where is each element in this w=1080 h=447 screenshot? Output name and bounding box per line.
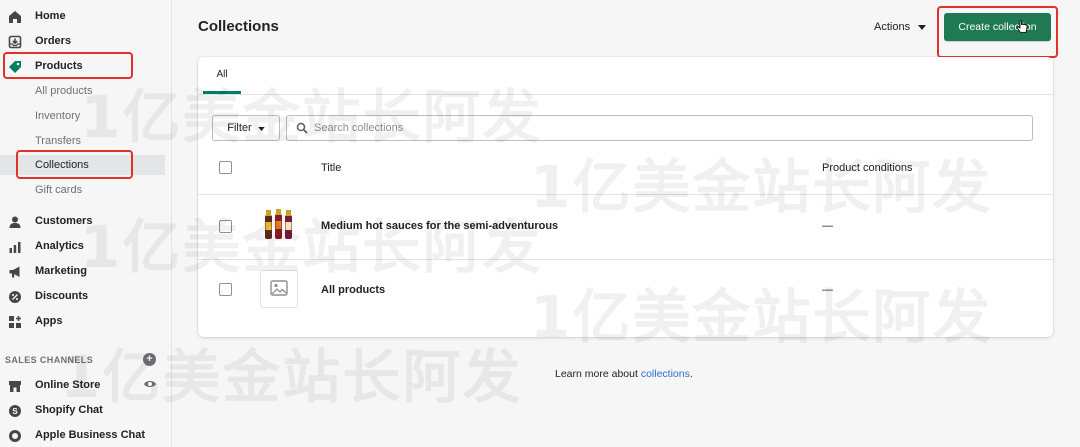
table-row[interactable]: All products — xyxy=(198,260,1053,320)
collection-title[interactable]: All products xyxy=(321,284,385,296)
highlight-collections xyxy=(16,150,133,179)
svg-text:S: S xyxy=(12,407,18,416)
chat-icon: S xyxy=(7,403,22,418)
search-icon xyxy=(296,122,308,134)
search-field[interactable] xyxy=(286,115,1033,141)
sidebar-item-label: Online Store xyxy=(35,379,101,391)
sidebar-sub-all-products[interactable]: All products xyxy=(0,81,165,101)
column-header-conditions[interactable]: Product conditions xyxy=(822,162,913,174)
sidebar-item-label: Discounts xyxy=(35,290,89,302)
sidebar-sub-label: Inventory xyxy=(35,110,81,122)
create-collection-button[interactable]: Create collection xyxy=(944,13,1051,41)
sidebar-channel-shopify-chat[interactable]: S Shopify Chat xyxy=(0,399,168,421)
actions-menu[interactable]: Actions xyxy=(874,21,927,33)
apple-chat-icon xyxy=(7,428,22,443)
learn-more-text: Learn more about collections. xyxy=(555,368,693,380)
column-header-title[interactable]: Title xyxy=(321,162,341,174)
sidebar-item-label: Apple Business Chat xyxy=(35,429,146,441)
discount-icon xyxy=(7,289,22,304)
apps-icon xyxy=(7,314,22,329)
sales-channels-title: SALES CHANNELS xyxy=(5,355,94,365)
sidebar-item-label: Orders xyxy=(35,35,72,47)
view-store-eye-icon[interactable] xyxy=(143,378,157,390)
home-icon xyxy=(7,9,22,24)
sidebar-item-marketing[interactable]: Marketing xyxy=(0,260,168,282)
sidebar-item-label: Analytics xyxy=(35,240,84,252)
collection-thumbnail-hot-sauce xyxy=(260,207,298,245)
sidebar-sub-gift-cards[interactable]: Gift cards xyxy=(0,180,165,200)
sidebar-item-customers[interactable]: Customers xyxy=(0,210,168,232)
caret-down-icon xyxy=(918,21,927,33)
tab-all[interactable]: All xyxy=(203,57,241,94)
row-checkbox[interactable] xyxy=(219,220,232,233)
learn-more-prefix: Learn more about xyxy=(555,368,641,380)
sidebar-sub-label: Gift cards xyxy=(35,184,83,196)
person-icon xyxy=(7,214,22,229)
sidebar-sub-label: Transfers xyxy=(35,135,82,147)
sidebar-item-label: Apps xyxy=(35,315,63,327)
sidebar-item-label: Shopify Chat xyxy=(35,404,103,416)
sidebar-sub-inventory[interactable]: Inventory xyxy=(0,106,165,126)
plus-icon: + xyxy=(146,353,153,365)
store-icon xyxy=(7,378,22,393)
sidebar-item-apps[interactable]: Apps xyxy=(0,310,168,332)
row-checkbox[interactable] xyxy=(219,283,232,296)
select-all-checkbox[interactable] xyxy=(219,161,232,174)
highlight-products xyxy=(3,52,133,79)
product-conditions-value: — xyxy=(822,220,833,232)
orders-icon xyxy=(7,34,22,49)
sidebar-channel-apple-business-chat[interactable]: Apple Business Chat xyxy=(0,424,168,446)
mouse-cursor-icon xyxy=(1016,20,1028,37)
sidebar-item-label: Home xyxy=(35,10,66,22)
table-row[interactable]: Medium hot sauces for the semi-adventuro… xyxy=(198,195,1053,259)
sidebar-item-discounts[interactable]: Discounts xyxy=(0,285,168,307)
sidebar-item-analytics[interactable]: Analytics xyxy=(0,235,168,257)
bar-chart-icon xyxy=(7,239,22,254)
learn-more-suffix: . xyxy=(689,368,693,380)
sidebar-sub-transfers[interactable]: Transfers xyxy=(0,131,165,151)
tab-divider xyxy=(198,94,1053,95)
filter-label: Filter xyxy=(227,122,252,134)
filter-button[interactable]: Filter xyxy=(212,115,280,141)
megaphone-icon xyxy=(7,264,22,279)
page-title: Collections xyxy=(198,18,279,35)
collection-thumbnail-placeholder xyxy=(260,270,298,308)
sidebar-item-orders[interactable]: Orders xyxy=(0,30,168,52)
sidebar-item-label: Marketing xyxy=(35,265,87,277)
add-channel-button[interactable]: + xyxy=(143,353,156,366)
collections-card: All Filter Title Product conditions xyxy=(198,57,1053,337)
sidebar-item-home[interactable]: Home xyxy=(0,5,168,27)
tab-all-label: All xyxy=(216,68,228,80)
caret-down-icon xyxy=(258,122,265,134)
image-placeholder-icon xyxy=(270,279,288,299)
collection-title[interactable]: Medium hot sauces for the semi-adventuro… xyxy=(321,220,558,232)
sidebar-sub-label: All products xyxy=(35,85,93,97)
sidebar-item-label: Customers xyxy=(35,215,93,227)
product-conditions-value: — xyxy=(822,284,833,296)
search-input[interactable] xyxy=(314,122,1014,134)
actions-label: Actions xyxy=(874,21,911,33)
collections-help-link[interactable]: collections xyxy=(641,368,690,380)
